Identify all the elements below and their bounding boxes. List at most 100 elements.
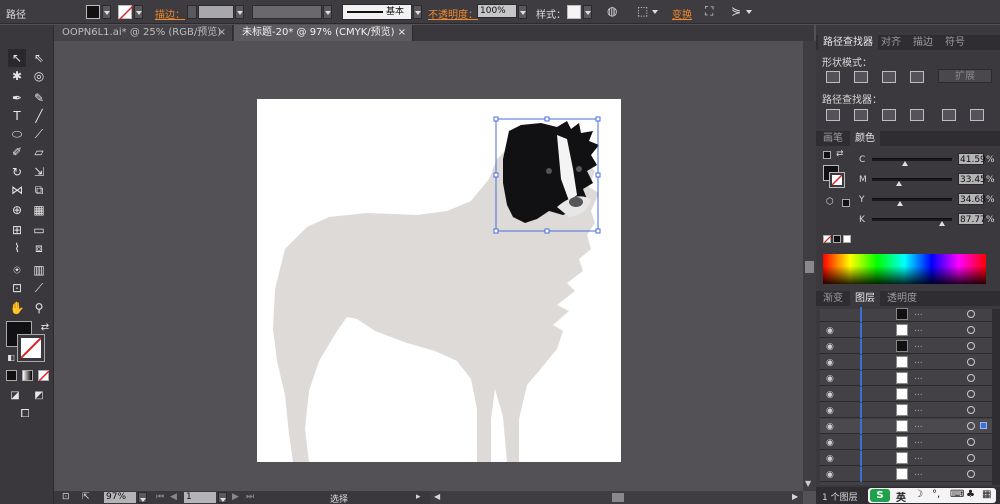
visibility-eye-icon[interactable]: ◉ — [826, 406, 834, 416]
tab-align[interactable]: 对齐 — [876, 35, 906, 50]
tab-pathfinder[interactable]: 路径查找器 — [818, 35, 878, 50]
target-icon[interactable] — [967, 374, 975, 382]
opacity-dropdown[interactable] — [518, 5, 527, 19]
artboard-dropdown[interactable] — [218, 492, 227, 503]
column-graph-tool-icon[interactable]: ▥ — [30, 261, 48, 279]
curvature-tool-icon[interactable]: ✎ — [30, 89, 48, 107]
isolate-icon[interactable]: ⛶ — [705, 4, 713, 19]
layer-row[interactable]: ◉... — [820, 387, 992, 402]
visibility-eye-icon[interactable]: ◉ — [826, 374, 834, 384]
minus-back-button[interactable] — [970, 109, 984, 121]
ellipse-tool-icon[interactable]: ⬭ — [8, 125, 26, 143]
stroke-color-box[interactable] — [17, 334, 45, 362]
target-icon[interactable] — [967, 406, 975, 414]
layer-row[interactable]: ◉... — [820, 355, 992, 370]
opacity-field[interactable]: 100% — [477, 4, 517, 18]
fill-dropdown[interactable] — [102, 5, 111, 19]
eraser-tool-icon[interactable]: ▱ — [30, 143, 48, 161]
artboard-tool-icon[interactable]: ⊡ — [8, 279, 26, 297]
artboard-field[interactable]: 1 — [184, 492, 216, 503]
target-icon[interactable] — [967, 358, 975, 366]
scale-tool-icon[interactable]: ⇲ — [30, 163, 48, 181]
vertical-scroll-thumb[interactable] — [805, 261, 814, 273]
draw-inside-icon[interactable]: ◩ — [30, 387, 48, 405]
layer-row[interactable]: ◉... — [820, 323, 992, 338]
target-icon[interactable] — [967, 390, 975, 398]
layer-row[interactable]: ◉... — [820, 371, 992, 386]
visibility-eye-icon[interactable]: ◉ — [826, 470, 834, 480]
target-icon[interactable] — [967, 310, 975, 318]
grid-icon[interactable]: ▦ — [982, 489, 991, 500]
eyedropper-tool-icon[interactable]: ⌇ — [8, 239, 26, 257]
previous-artboard-icon[interactable]: ◀ — [170, 492, 177, 502]
none-swatch[interactable] — [823, 235, 831, 243]
dog-illustration[interactable] — [257, 99, 621, 462]
variable-width-profile[interactable] — [252, 5, 322, 19]
black-swatch[interactable] — [833, 235, 841, 243]
next-artboard-icon[interactable]: ▶ — [232, 492, 239, 502]
layers-scrollbar[interactable] — [992, 309, 1000, 485]
layer-row[interactable]: ◉... — [820, 467, 992, 482]
punctuation-icon[interactable]: °, — [932, 489, 940, 500]
default-colors-icon[interactable] — [823, 151, 831, 159]
gradient-mode-button[interactable] — [22, 370, 33, 381]
scroll-right-icon[interactable]: ▶ — [792, 492, 798, 501]
swap-colors-icon[interactable]: ⇄ — [836, 149, 844, 159]
channel-slider-knob[interactable] — [897, 201, 903, 206]
visibility-eye-icon[interactable]: ◉ — [826, 326, 834, 336]
layer-row[interactable]: ... — [820, 307, 992, 322]
magic-wand-tool-icon[interactable]: ✱ — [8, 67, 26, 85]
channel-value-field[interactable]: 87.77 — [958, 213, 986, 225]
scroll-left-icon[interactable]: ◀ — [434, 492, 440, 501]
pencil-tool-icon[interactable]: ✐ — [8, 143, 26, 161]
graphic-style-dropdown[interactable] — [583, 5, 592, 19]
fill-swatch[interactable] — [86, 5, 100, 19]
slice-tool-icon[interactable]: ⟋ — [30, 279, 48, 297]
zoom-dropdown[interactable] — [138, 492, 147, 503]
artboard[interactable] — [257, 99, 621, 462]
tab-document-1[interactable]: OOPN6L1.ai* @ 25% (RGB/预览) × — [54, 25, 233, 41]
align-dropdown[interactable] — [651, 5, 660, 19]
outline-button[interactable] — [942, 109, 956, 121]
visibility-eye-icon[interactable]: ◉ — [826, 438, 834, 448]
tab-brushes[interactable]: 画笔 — [818, 131, 848, 146]
scroll-down-icon[interactable]: ▼ — [805, 479, 811, 488]
keyboard-icon[interactable]: ⌨ — [950, 489, 964, 500]
layer-row[interactable]: ◉... — [820, 403, 992, 418]
stroke-weight-stepper[interactable] — [187, 5, 197, 19]
layer-row[interactable]: ◉... — [820, 339, 992, 354]
visibility-eye-icon[interactable]: ◉ — [826, 454, 834, 464]
stroke-weight-dropdown[interactable] — [235, 5, 244, 19]
exclude-button[interactable] — [910, 71, 924, 83]
channel-slider-knob[interactable] — [902, 161, 908, 166]
tab-gradient[interactable]: 渐变 — [818, 291, 848, 306]
close-icon[interactable]: × — [218, 25, 226, 40]
target-icon[interactable] — [967, 342, 975, 350]
tab-document-2[interactable]: 未标题-20* @ 97% (CMYK/预览) × — [234, 25, 413, 41]
horizontal-scroll-thumb[interactable] — [612, 493, 624, 502]
align-icon[interactable]: ⬚ — [637, 4, 648, 18]
default-colors-icon[interactable]: ◧ — [2, 349, 20, 367]
zoom-tool-icon[interactable]: ⚲ — [30, 299, 48, 317]
web-safe-swatch[interactable] — [842, 199, 850, 207]
channel-slider-knob[interactable] — [896, 181, 902, 186]
minus-front-button[interactable] — [854, 71, 868, 83]
direct-selection-tool-icon[interactable]: ⇖ — [30, 49, 48, 67]
options-icon[interactable]: ⋟ — [731, 4, 741, 18]
channel-value-field[interactable]: 41.59 — [958, 153, 986, 165]
free-transform-tool-icon[interactable]: ⧉ — [30, 181, 48, 199]
options-dropdown[interactable] — [745, 5, 754, 19]
gradient-tool-icon[interactable]: ▭ — [30, 221, 48, 239]
color-stroke-box[interactable] — [829, 172, 845, 188]
tab-stroke[interactable]: 描边 — [908, 35, 938, 50]
channel-slider-knob[interactable] — [939, 221, 945, 226]
brush-definition[interactable]: 基本 — [342, 4, 412, 20]
none-mode-button[interactable] — [38, 370, 49, 381]
horizontal-scrollbar[interactable]: ◀ ▶ — [430, 491, 803, 504]
stroke-dropdown[interactable] — [134, 5, 143, 19]
visibility-eye-icon[interactable]: ◉ — [826, 358, 834, 368]
layer-row[interactable]: ◉... — [820, 419, 992, 434]
pen-tool-icon[interactable]: ✒ — [8, 89, 26, 107]
target-icon[interactable] — [967, 422, 975, 430]
vertical-scrollbar[interactable]: ▼ — [803, 41, 816, 491]
